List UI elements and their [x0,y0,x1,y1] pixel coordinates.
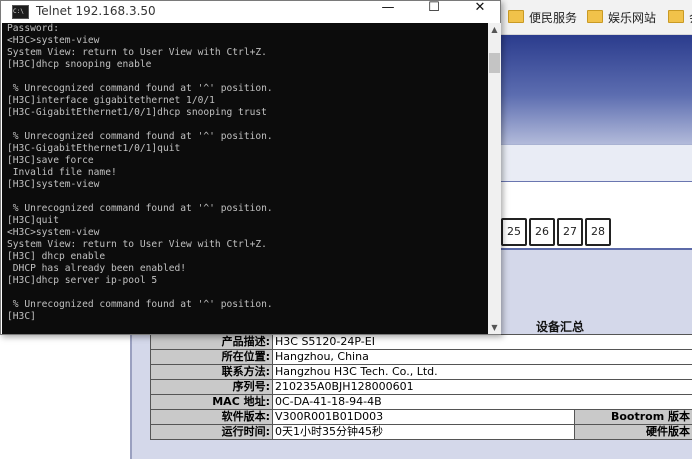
scrollbar-thumb[interactable] [489,53,500,73]
maximize-button[interactable]: ☐ [411,1,457,15]
bookmark-folder[interactable]: 会 [668,9,692,27]
console-icon: C:\ [12,5,29,19]
window-titlebar[interactable]: C:\ Telnet 192.168.3.50 — ☐ ✕ [1,1,500,23]
device-summary-title: 设备汇总 [535,320,584,334]
bookmark-folder[interactable]: 便民服务 [508,9,577,27]
table-row: 软件版本: V300R001B01D003 Bootrom 版本 [150,409,692,425]
scroll-down-arrow-icon[interactable]: ▼ [488,321,501,334]
info-label: 硬件版本 [573,424,692,440]
port-button[interactable]: 25 [501,218,527,246]
info-label: 所在位置: [150,349,273,365]
telnet-window[interactable]: C:\ Telnet 192.168.3.50 — ☐ ✕ Password: … [0,0,501,335]
console-area[interactable]: Password: <H3C>system-view System View: … [2,23,488,334]
info-label: 产品描述: [150,334,273,350]
info-value: H3C S5120-24P-EI [271,334,692,350]
minimize-button[interactable]: — [365,1,411,15]
table-row: MAC 地址: 0C-DA-41-18-94-4B [150,394,692,410]
bookmark-folder[interactable]: 娱乐网站 [587,9,656,27]
info-label: 序列号: [150,379,273,395]
scroll-up-arrow-icon[interactable]: ▲ [488,23,501,36]
info-label: 联系方法: [150,364,273,380]
info-value: Hangzhou H3C Tech. Co., Ltd. [271,364,692,380]
info-label: 软件版本: [150,409,273,425]
info-value: Hangzhou, China [271,349,692,365]
page-subbanner [500,144,692,183]
bookmark-label: 便民服务 [529,11,578,25]
folder-icon [587,10,603,23]
info-value: 210235A0BJH128000601 [271,379,692,395]
port-button[interactable]: 28 [585,218,611,246]
port-button[interactable]: 27 [557,218,583,246]
table-row: 产品描述: H3C S5120-24P-EI [150,334,692,350]
close-button[interactable]: ✕ [457,1,503,15]
info-value: 0天1小时35分钟45秒 [272,424,575,440]
table-row: 运行时间: 0天1小时35分钟45秒 硬件版本 [150,424,692,440]
bookmarks-bar: 便民服务 娱乐网站 会 [500,0,692,35]
table-row: 联系方法: Hangzhou H3C Tech. Co., Ltd. [150,364,692,380]
info-label: Bootrom 版本 [573,409,692,425]
port-button[interactable]: 26 [529,218,555,246]
folder-icon [508,10,524,23]
info-value: 0C-DA-41-18-94-4B [271,394,692,410]
vertical-scrollbar[interactable]: ▲ ▼ [488,23,501,334]
info-label: MAC 地址: [150,394,273,410]
device-info-table: 产品描述: H3C S5120-24P-EI 所在位置: Hangzhou, C… [150,334,692,440]
info-label: 运行时间: [150,424,273,440]
bookmark-label: 娱乐网站 [608,11,657,25]
page-banner [500,35,692,144]
table-row: 序列号: 210235A0BJH128000601 [150,379,692,395]
table-row: 所在位置: Hangzhou, China [150,349,692,365]
console-output: Password: <H3C>system-view System View: … [7,23,273,322]
info-value: V300R001B01D003 [272,409,575,425]
folder-icon [668,10,684,23]
window-title: Telnet 192.168.3.50 [36,4,156,18]
port-panel: 25 26 27 28 [500,182,692,248]
